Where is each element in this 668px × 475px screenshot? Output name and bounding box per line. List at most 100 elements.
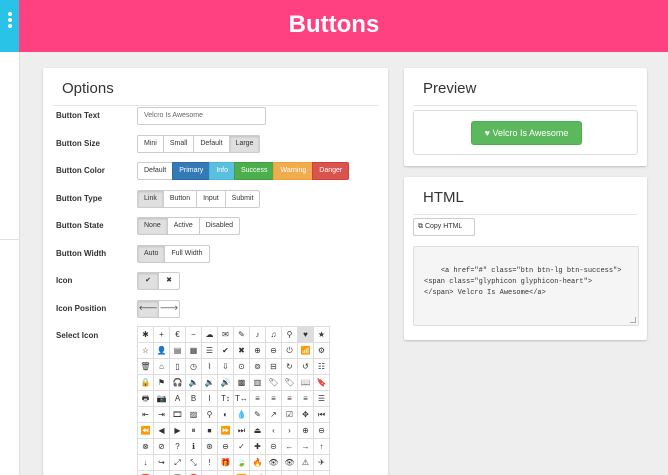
copy-html-button[interactable]: ⧉ Copy HTML	[413, 218, 475, 236]
icon-option[interactable]: ⤢	[170, 455, 186, 471]
icon-option[interactable]: 🔖	[314, 375, 330, 391]
type-submit-button[interactable]: Submit	[224, 190, 261, 208]
icon-option[interactable]: ☰	[314, 391, 330, 407]
icon-option[interactable]: ♪	[250, 327, 266, 343]
icon-option[interactable]: €	[170, 327, 186, 343]
icon-option[interactable]: ✖	[234, 343, 250, 359]
color-success-button[interactable]: Success	[234, 162, 275, 180]
icon-option[interactable]: 📂	[282, 471, 298, 475]
icon-option[interactable]: 🔁	[234, 471, 250, 475]
icon-option[interactable]: ←	[282, 439, 298, 455]
sidebar-toggle-button[interactable]	[0, 0, 19, 52]
icon-option[interactable]: ▯	[170, 359, 186, 375]
color-default-button[interactable]: Default	[137, 162, 174, 180]
icon-option[interactable]: ⊙	[234, 359, 250, 375]
color-danger-button[interactable]: Danger	[312, 162, 350, 180]
icon-option[interactable]: 📷	[154, 391, 170, 407]
icon-option[interactable]: ≡	[298, 391, 314, 407]
type-button-button[interactable]: Button	[162, 190, 198, 208]
icon-option[interactable]: I	[202, 391, 218, 407]
icon-option[interactable]: 👁	[266, 455, 282, 471]
icon-option[interactable]: +	[154, 327, 170, 343]
icon-option[interactable]: 📶	[298, 343, 314, 359]
icon-option[interactable]: 🔒	[138, 375, 154, 391]
icon-option[interactable]: ⏮	[314, 407, 330, 423]
icon-option[interactable]: ▦	[186, 343, 202, 359]
position-right-button[interactable]: 🡒	[158, 300, 180, 318]
icon-option[interactable]: 🗑	[138, 359, 154, 375]
size-default-button[interactable]: Default	[193, 135, 230, 153]
icon-option[interactable]: B	[186, 391, 202, 407]
icon-option[interactable]: ≡	[266, 391, 282, 407]
icon-option[interactable]: ⚲	[282, 327, 298, 343]
icon-option[interactable]: ☰	[202, 343, 218, 359]
icon-option[interactable]: ≡	[250, 391, 266, 407]
button-text-input[interactable]: Velcro Is Awesome	[137, 107, 266, 125]
icon-option[interactable]: ⌇	[202, 359, 218, 375]
icon-option[interactable]: 🏷	[282, 375, 298, 391]
icon-option[interactable]: 🎞	[170, 407, 186, 423]
icon-option[interactable]: 🎧	[170, 375, 186, 391]
state-none-button[interactable]: None	[137, 217, 168, 235]
icon-option[interactable]: ℹ	[186, 439, 202, 455]
icon-option[interactable]: ≡	[282, 391, 298, 407]
icon-option[interactable]: ⊖	[266, 343, 282, 359]
state-active-button[interactable]: Active	[166, 217, 200, 235]
icon-option[interactable]: ⏸	[186, 423, 202, 439]
icon-option[interactable]: ⊕	[250, 343, 266, 359]
icon-option[interactable]: T↕	[218, 391, 234, 407]
icon-option[interactable]: ✓	[234, 439, 250, 455]
icon-option[interactable]: 👁	[282, 455, 298, 471]
icon-option[interactable]: 💧	[234, 407, 250, 423]
icon-option[interactable]: ▩	[234, 375, 250, 391]
icon-option[interactable]: ⌂	[154, 359, 170, 375]
icon-option[interactable]: ♫	[266, 327, 282, 343]
icon-option[interactable]: 📅	[138, 471, 154, 475]
icon-option[interactable]: ◷	[186, 359, 202, 375]
icon-option[interactable]: ⊖	[314, 423, 330, 439]
icon-option[interactable]: ✎	[234, 327, 250, 343]
icon-option[interactable]: ↺	[298, 359, 314, 375]
icon-option[interactable]: ⇔	[314, 471, 330, 475]
icon-option[interactable]: ↓	[138, 455, 154, 471]
icon-option[interactable]: ⊘	[154, 439, 170, 455]
icon-option[interactable]: 🧲	[186, 471, 202, 475]
icon-option[interactable]: ◐	[218, 407, 234, 423]
icon-option[interactable]: ›	[282, 423, 298, 439]
icon-option[interactable]: ☆	[138, 343, 154, 359]
icon-option[interactable]: 🔈	[186, 375, 202, 391]
icon-option[interactable]: ⊕	[298, 423, 314, 439]
icon-option[interactable]: 🔉	[202, 375, 218, 391]
icon-option[interactable]: ▤	[170, 343, 186, 359]
icon-option[interactable]: ⇩	[218, 359, 234, 375]
icon-option[interactable]: ⤨	[154, 471, 170, 475]
html-code-textarea[interactable]: <a href="#" class="btn btn-lg btn-succes…	[413, 246, 639, 326]
icon-option[interactable]: ↻	[282, 359, 298, 375]
width-full-button[interactable]: Full Width	[164, 245, 210, 263]
icon-option[interactable]: ▨	[186, 407, 202, 423]
preview-button[interactable]: ♥ Velcro Is Awesome	[471, 121, 582, 145]
type-link-button[interactable]: Link	[137, 190, 164, 208]
icon-option[interactable]: ⏭	[234, 423, 250, 439]
icon-option[interactable]: ↪	[154, 455, 170, 471]
icon-option[interactable]: ✉	[218, 327, 234, 343]
position-left-button[interactable]: 🡐	[137, 300, 159, 318]
resize-handle[interactable]	[630, 317, 636, 323]
icon-option[interactable]: ☁	[202, 327, 218, 343]
icon-option[interactable]: 👤	[154, 343, 170, 359]
icon-option[interactable]: ⤡	[186, 455, 202, 471]
icon-option[interactable]: 🍃	[234, 455, 250, 471]
icon-option[interactable]: ▥	[250, 375, 266, 391]
icon-option[interactable]: ✔	[218, 343, 234, 359]
icon-option[interactable]: ⊗	[138, 439, 154, 455]
icon-option[interactable]: ⏹	[202, 423, 218, 439]
icon-off-button[interactable]: ✖	[158, 272, 180, 290]
color-info-button[interactable]: Info	[209, 162, 235, 180]
icon-option[interactable]: ⊚	[250, 359, 266, 375]
icon-option[interactable]: ★	[314, 327, 330, 343]
icon-option[interactable]: !	[202, 455, 218, 471]
icon-option[interactable]: ↗	[266, 407, 282, 423]
icon-option[interactable]: 💬	[170, 471, 186, 475]
icon-option[interactable]: ⌃	[202, 471, 218, 475]
icon-option[interactable]: ⇥	[154, 407, 170, 423]
